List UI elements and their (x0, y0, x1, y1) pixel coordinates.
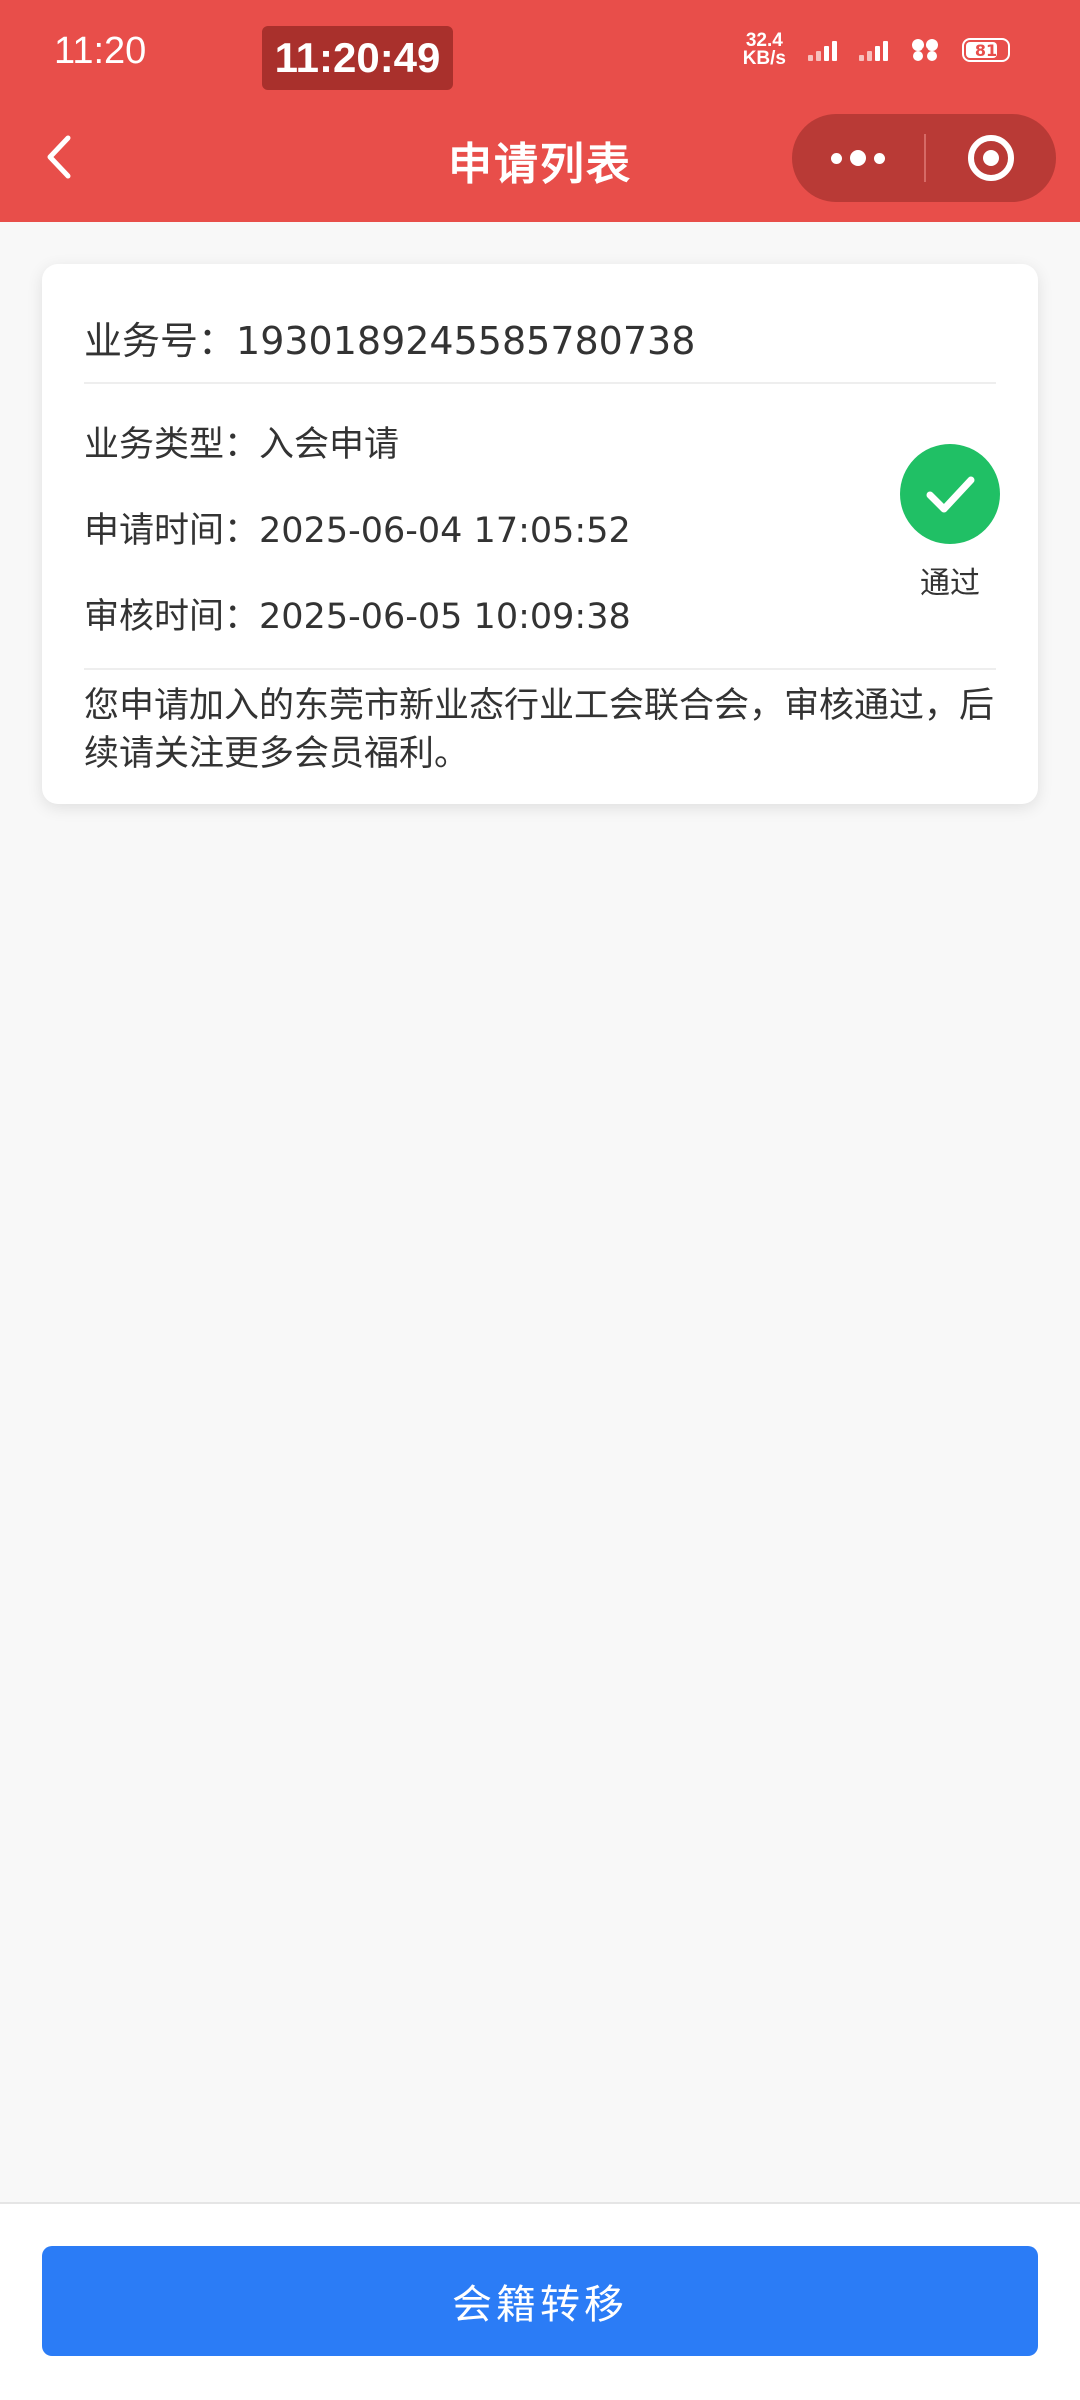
apply-time-label: 申请时间： (84, 511, 260, 551)
net-speed-unit: KB/s (742, 48, 786, 69)
business-type-value: 入会申请 (259, 425, 400, 465)
application-card[interactable]: 业务号：1930189245585780738 业务类型：入会申请 申请时间：2… (42, 264, 1038, 804)
signal-icon (808, 39, 837, 61)
battery-icon: 81 (962, 38, 1010, 62)
business-type-label: 业务类型： (84, 425, 260, 465)
check-circle-icon (900, 444, 1000, 544)
more-options-icon[interactable] (792, 114, 924, 202)
floating-clock: 11:20:49 (262, 26, 453, 90)
approval-status: 通过 (898, 444, 1002, 602)
signal-icon-2 (859, 39, 888, 61)
business-number-label: 业务号： (84, 319, 237, 363)
business-number-value: 1930189245585780738 (236, 319, 696, 363)
header-bar: 11:20 11:20:49 32.4 KB/s 81 申请列表 (0, 0, 1080, 222)
bottom-bar: 会籍转移 (0, 2202, 1080, 2400)
divider (84, 382, 996, 384)
mini-program-capsule (792, 114, 1056, 202)
divider (84, 668, 996, 670)
close-mini-program-icon[interactable] (926, 114, 1056, 202)
membership-transfer-button[interactable]: 会籍转移 (42, 2246, 1038, 2356)
business-type-row: 业务类型：入会申请 (84, 416, 399, 467)
net-speed: 32.4 KB/s (742, 31, 786, 69)
status-badge: 通过 (920, 566, 980, 601)
status-icons: 32.4 KB/s 81 (742, 31, 1010, 69)
status-time: 11:20 (54, 30, 147, 72)
wifi-icon (912, 39, 938, 61)
apply-time-value: 2025-06-04 17:05:52 (259, 511, 631, 551)
battery-level: 81 (974, 40, 998, 60)
apply-time-row: 申请时间：2025-06-04 17:05:52 (84, 502, 631, 553)
review-time-row: 审核时间：2025-06-05 10:09:38 (84, 588, 631, 639)
review-time-label: 审核时间： (84, 597, 260, 637)
review-message: 您申请加入的东莞市新业态行业工会联合会，审核通过，后续请关注更多会员福利。 (84, 686, 995, 774)
business-number: 业务号：1930189245585780738 (84, 310, 695, 365)
review-time-value: 2025-06-05 10:09:38 (259, 597, 631, 637)
